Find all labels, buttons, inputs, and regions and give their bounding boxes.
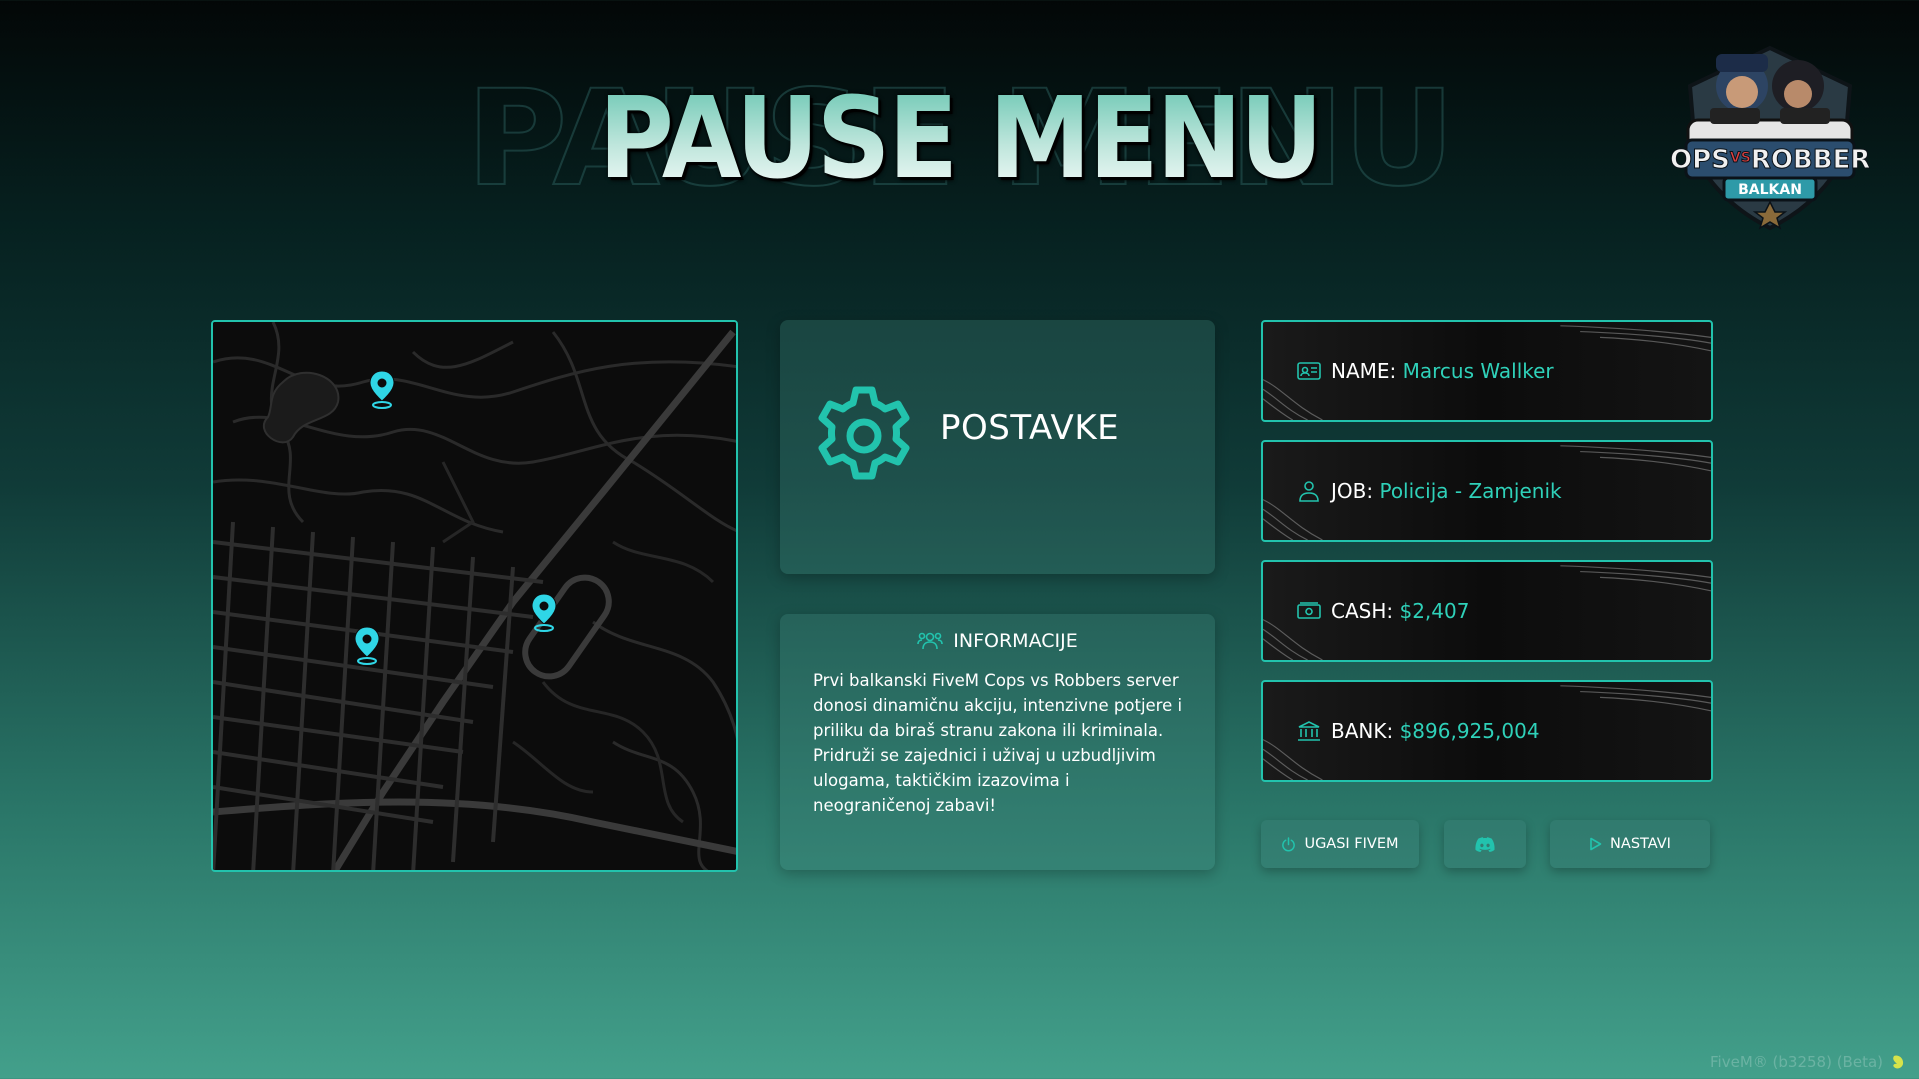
resume-label: NASTAVI (1610, 836, 1671, 852)
bank-icon (1298, 721, 1320, 741)
map-pin-1 (369, 370, 395, 409)
info-description: Prvi balkanski FiveM Cops vs Robbers ser… (813, 671, 1183, 815)
users-icon (917, 632, 944, 650)
info-panel: INFORMACIJE Prvi balkanski FiveM Cops vs… (780, 614, 1215, 870)
resume-button[interactable]: NASTAVI (1550, 820, 1710, 868)
discord-button[interactable] (1444, 820, 1526, 868)
fivem-logo-icon (1893, 1055, 1904, 1069)
svg-text:COPSVSROBBERS: COPSVSROBBERS (1670, 145, 1870, 175)
stat-card-job: JOB: Policija - Zamjenik (1261, 440, 1713, 542)
settings-button[interactable]: POSTAVKE (780, 320, 1215, 574)
stat-label-name: NAME: (1331, 359, 1397, 383)
stat-card-name: NAME: Marcus Wallker (1261, 320, 1713, 422)
cops-vs-robbers-logo: COPSVSROBBERS BALKAN (1650, 28, 1890, 233)
logo-word-robbers: ROBBERS (1751, 145, 1870, 175)
title-area: PAUSE MENU PAUSE MENU (0, 61, 1919, 217)
stat-value-name: Marcus Wallker (1402, 359, 1554, 383)
play-icon (1590, 837, 1602, 851)
map-panel[interactable] (211, 320, 738, 872)
user-icon (1299, 481, 1319, 502)
discord-icon (1475, 836, 1495, 852)
logo-word-vs: VS (1730, 150, 1751, 166)
stat-card-bank: BANK: $896,925,004 (1261, 680, 1713, 782)
city-map (213, 322, 736, 870)
info-header: INFORMACIJE (780, 630, 1215, 652)
stat-label-cash: CASH: (1331, 599, 1394, 623)
id-card-icon (1297, 362, 1321, 380)
stat-value-bank: $896,925,004 (1399, 719, 1540, 743)
map-pin-3 (354, 626, 380, 665)
page-title: PAUSE MENU (77, 74, 1842, 204)
power-icon (1282, 836, 1296, 851)
logo-word-cops: COPS (1670, 145, 1730, 175)
quit-fivem-button[interactable]: UGASI FIVEM (1261, 820, 1419, 868)
logo-word-balkan: BALKAN (1738, 182, 1802, 198)
stat-label-job: JOB: (1331, 479, 1374, 503)
gear-icon (818, 386, 910, 480)
settings-label: POSTAVKE (940, 408, 1120, 448)
quit-fivem-label: UGASI FIVEM (1304, 836, 1399, 852)
stat-value-cash: $2,407 (1399, 599, 1470, 623)
stat-value-job: Policija - Zamjenik (1379, 479, 1562, 503)
fivem-version-watermark: FiveM® (b3258) (Beta) (1710, 1053, 1905, 1071)
stat-label-bank: BANK: (1331, 719, 1394, 743)
cash-icon (1297, 602, 1321, 619)
fivem-version-text: FiveM® (b3258) (Beta) (1710, 1053, 1883, 1071)
stat-card-cash: CASH: $2,407 (1261, 560, 1713, 662)
info-heading: INFORMACIJE (953, 630, 1078, 652)
map-pin-2 (531, 593, 557, 632)
